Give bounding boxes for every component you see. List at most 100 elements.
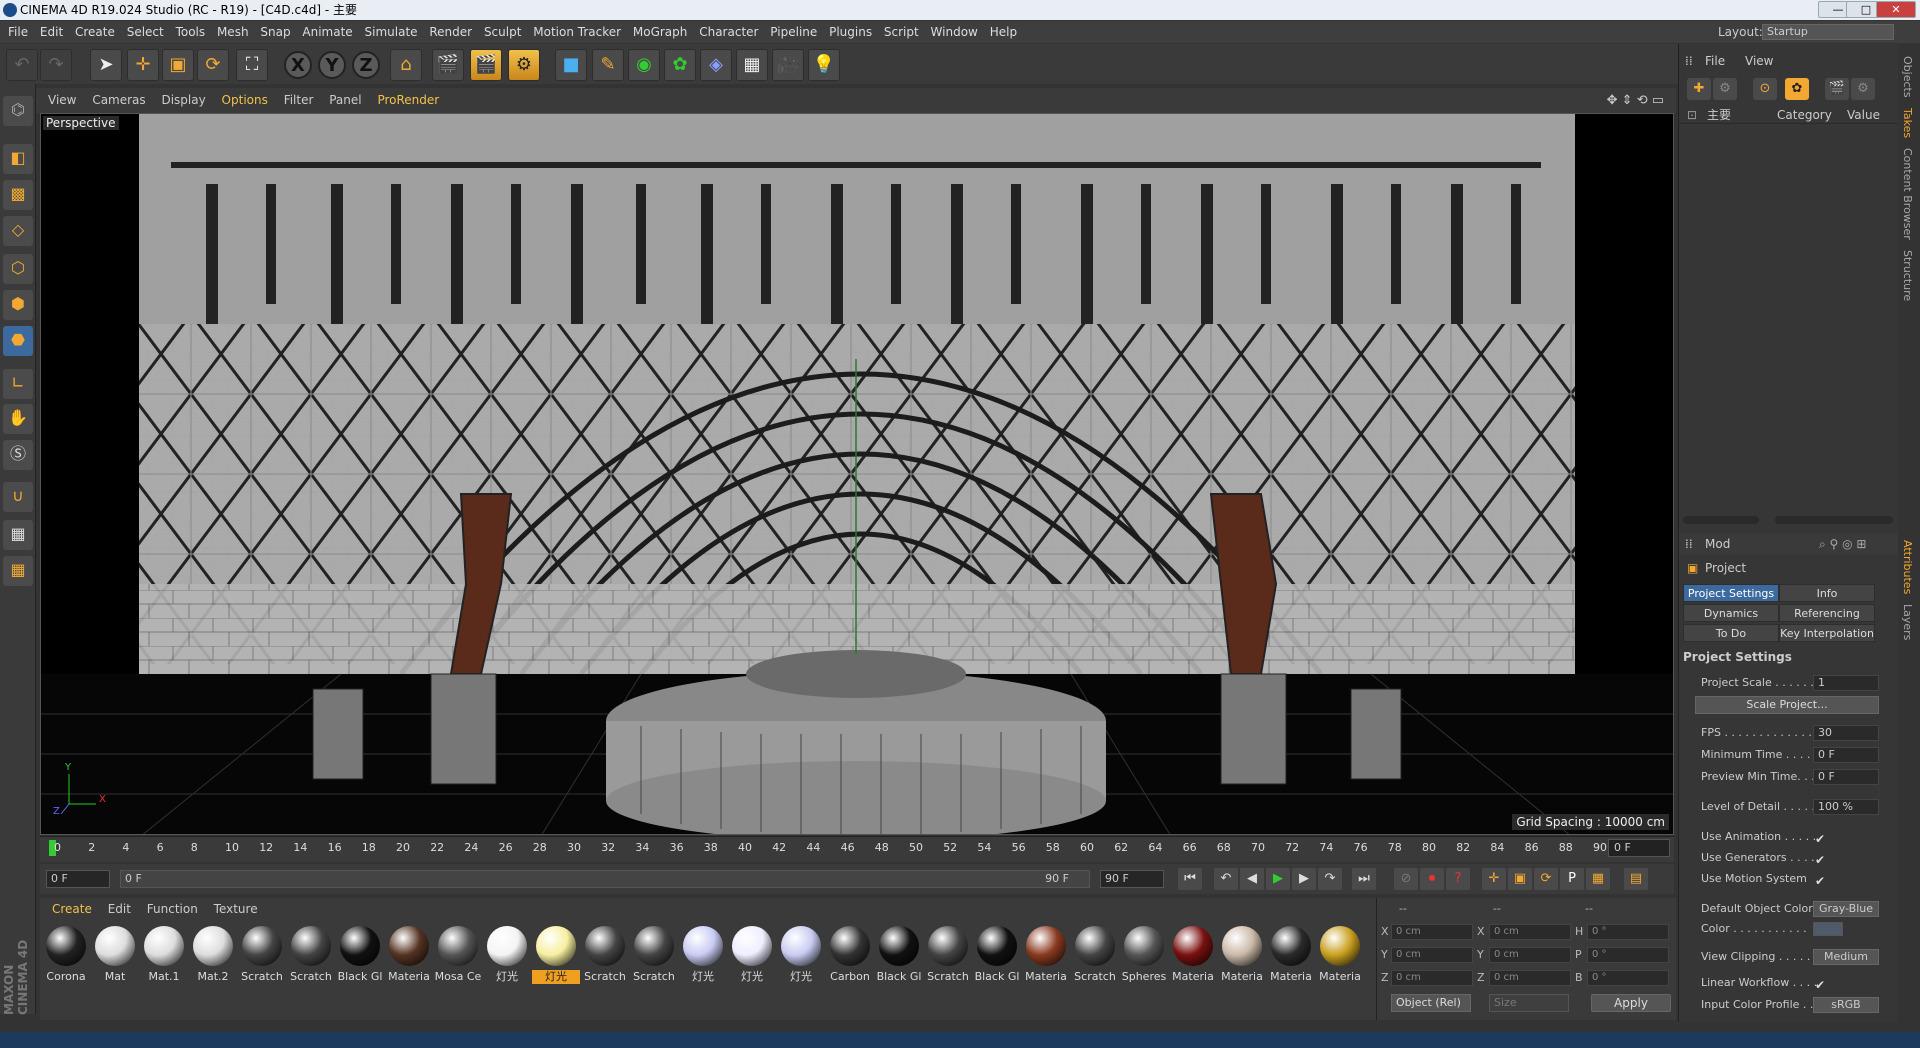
menu-plugins[interactable]: Plugins [829,21,872,43]
side-tab-structure[interactable]: Structure [1901,250,1914,301]
undo-icon[interactable]: ↶ [6,49,38,81]
pos-z-field[interactable]: 0 cm [1391,970,1473,986]
viewport-menu-view[interactable]: View [48,88,76,113]
menu-create[interactable]: Create [75,21,115,43]
cube-icon[interactable]: ■ [555,49,587,81]
scale-project-button[interactable]: Scale Project... [1695,696,1879,714]
y-axis-lock-icon[interactable]: Y [318,51,346,79]
material-swatch[interactable]: Black Gl [875,924,923,986]
material-swatch[interactable]: Scratch [924,924,972,986]
material-swatch[interactable]: Scratch [238,924,286,986]
deformer-icon[interactable]: ◈ [700,49,732,81]
side-tab-layers[interactable]: Layers [1901,604,1914,640]
make-editable-icon[interactable]: ⌬ [3,96,33,126]
take-root-label[interactable]: 主要 [1707,106,1731,124]
material-menu-texture[interactable]: Texture [214,898,258,920]
floor-icon[interactable]: ▦ [736,49,768,81]
render-view-icon[interactable]: 🎬 [432,49,464,81]
material-swatch[interactable]: 灯光 [777,924,825,986]
object-menu-view[interactable]: View [1745,52,1773,70]
rot-b-field[interactable]: 0 ° [1587,970,1669,986]
rot-h-field[interactable]: 0 ° [1587,924,1669,940]
menu-edit[interactable]: Edit [40,21,63,43]
go-to-end-icon[interactable]: ⏭ [1352,868,1376,890]
take-clone-icon[interactable]: ⚙ [1713,78,1737,100]
take-checkbox-icon[interactable]: ⊡ [1687,106,1697,124]
material-swatch[interactable]: Mat.1 [140,924,188,986]
close-button[interactable]: ✕ [1876,1,1916,18]
color-swatch[interactable] [1813,922,1843,936]
points-mode-icon[interactable]: ⬡ [3,254,33,284]
take-hscrollbar[interactable] [1683,516,1759,524]
material-swatch[interactable]: Materia [1316,924,1364,986]
pos-x-field[interactable]: 0 cm [1391,924,1473,940]
side-tab-content-browser[interactable]: Content Browser [1901,148,1914,240]
viewport-menu-panel[interactable]: Panel [329,88,361,113]
menu-motion-tracker[interactable]: Motion Tracker [533,21,621,43]
use-animation-checkbox[interactable]: ✔ [1815,830,1825,848]
start-frame-field[interactable]: 0 F [46,870,110,888]
menu-script[interactable]: Script [884,21,919,43]
snap-icon[interactable]: Ⓢ [3,440,33,470]
object-relative-dropdown[interactable]: Object (Rel) [1391,994,1471,1012]
next-frame-icon[interactable]: ▶ [1292,868,1316,890]
keyframe-selection-icon[interactable]: ? [1446,868,1470,890]
end-frame-field[interactable]: 90 F [1100,870,1164,888]
tab-key-interpolation[interactable]: Key Interpolation [1779,624,1875,642]
z-axis-lock-icon[interactable]: Z [352,51,380,79]
viewport-menu-filter[interactable]: Filter [284,88,314,113]
take-lock-icon[interactable]: ⚙ [1851,78,1875,100]
take-override-icon[interactable]: ⊙ [1753,78,1777,100]
material-swatch[interactable]: Materia [1267,924,1315,986]
side-tab-takes[interactable]: Takes [1901,108,1914,138]
material-swatch[interactable]: Mosa Ce [434,924,482,986]
layout-select[interactable]: Startup [1762,24,1894,40]
size-z-field[interactable]: 0 cm [1489,970,1571,986]
next-key-icon[interactable]: ↷ [1318,868,1342,890]
material-menu-create[interactable]: Create [52,898,92,920]
planar-workplane-icon[interactable]: ▦ [3,556,33,586]
render-picture-viewer-icon[interactable]: 🎬 [470,49,502,81]
use-generators-checkbox[interactable]: ✔ [1815,851,1825,869]
pos-y-field[interactable]: 0 cm [1391,947,1473,963]
subdivision-icon[interactable]: ◉ [628,49,660,81]
previous-key-icon[interactable]: ↶ [1214,868,1238,890]
tweak-mode-icon[interactable]: ✋ [3,404,33,434]
menu-snap[interactable]: Snap [260,21,290,43]
edges-mode-icon[interactable]: ⬢ [3,290,33,320]
record-active-icon[interactable]: ⊘ [1394,868,1418,890]
tab-project-settings[interactable]: Project Settings [1683,584,1779,602]
timeline-ruler[interactable]: 0 2 4 6 8 10 12 14 16 18 20 22 24 26 28 30 32 34 36 38 40 42 4… [40,836,1674,862]
viewport-menu-options[interactable]: Options [222,88,268,113]
menu-window[interactable]: Window [931,21,978,43]
preview-min-field[interactable]: 0 F [1813,769,1879,785]
take-auto-icon[interactable]: ✿ [1785,78,1809,100]
material-swatch[interactable]: Scratch [1071,924,1119,986]
viewport-perspective[interactable]: Y X Z Perspective Grid Spacing : 10000 c… [40,113,1674,835]
menu-mograph[interactable]: MoGraph [633,21,688,43]
current-frame-field[interactable]: 0 F [1608,839,1670,857]
material-swatch[interactable]: 灯光 [679,924,727,986]
recent-tools-icon[interactable]: ⛶ [236,49,268,81]
menu-character[interactable]: Character [699,21,758,43]
material-swatch[interactable]: Materia [385,924,433,986]
light-icon[interactable]: 💡 [808,49,840,81]
material-swatch[interactable]: Corona [42,924,90,986]
material-swatch[interactable]: Mat [91,924,139,986]
viewport-nav-icons[interactable]: ✥ ⇕ ⟲ ▭ [1607,88,1664,113]
material-menu-edit[interactable]: Edit [108,898,131,920]
tab-info[interactable]: Info [1779,584,1875,602]
axis-mode-icon[interactable]: ∟ [3,369,33,399]
material-swatch[interactable]: Materia [1218,924,1266,986]
magnet-icon[interactable]: ∪ [3,482,33,512]
side-tab-attributes[interactable]: Attributes [1901,540,1914,594]
object-menu-file[interactable]: File [1705,52,1725,70]
material-swatch[interactable]: Scratch [630,924,678,986]
size-y-field[interactable]: 0 cm [1489,947,1571,963]
key-rotation-icon[interactable]: ⟳ [1534,868,1558,890]
tab-dynamics[interactable]: Dynamics [1683,604,1779,622]
min-time-field[interactable]: 0 F [1813,747,1879,763]
menu-tools[interactable]: Tools [176,21,206,43]
render-settings-icon[interactable]: ⚙ [508,49,540,81]
menu-mesh[interactable]: Mesh [217,21,249,43]
